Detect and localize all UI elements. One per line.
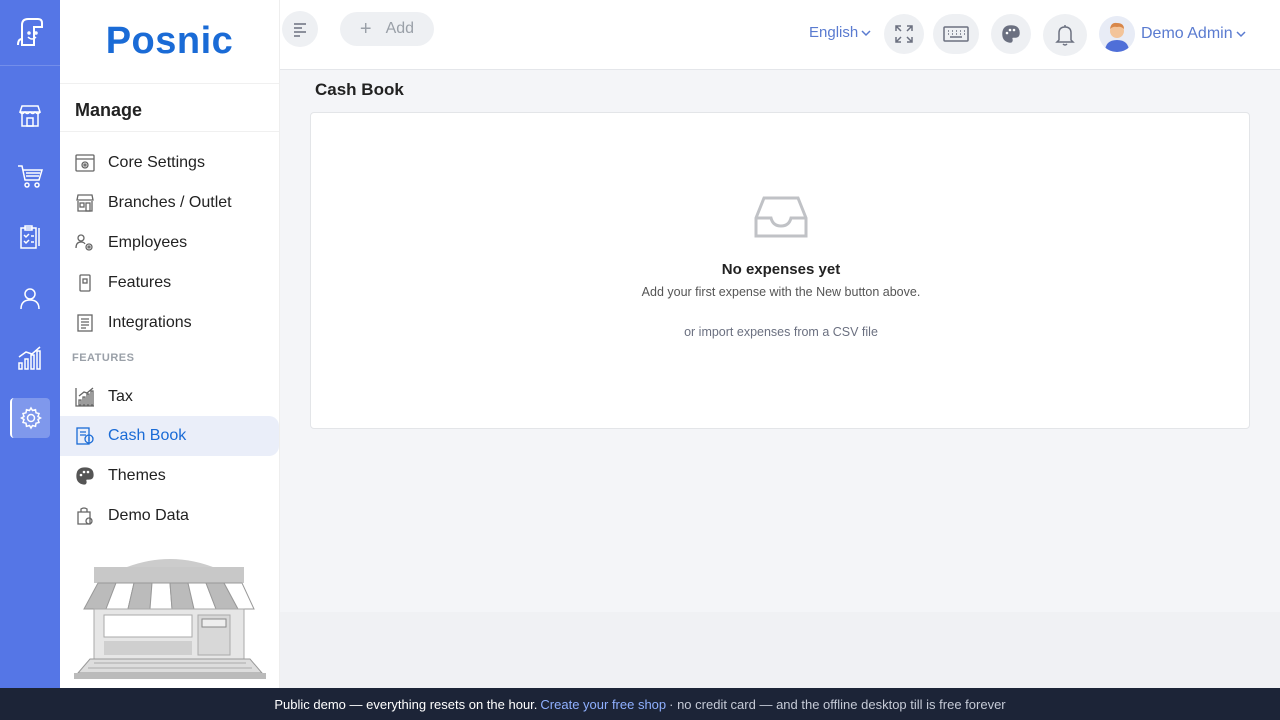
sidebar-item-demo-data[interactable]: Demo Data [60, 496, 279, 536]
section-label-features: FEATURES [72, 352, 135, 364]
expand-icon [895, 25, 913, 43]
empty-state-subtitle: Add your first expense with the New butt… [641, 285, 921, 299]
create-shop-link[interactable]: Create your free shop [540, 697, 666, 712]
banner-rest-text: · no credit card — and the offline deskt… [669, 696, 1006, 712]
clipboard-icon[interactable] [10, 217, 50, 257]
language-label: English [809, 24, 859, 41]
sidebar-item-label: Cash Book [108, 427, 187, 444]
divider [60, 131, 279, 132]
integrations-icon [75, 313, 95, 333]
add-button-label: Add [385, 20, 415, 37]
demo-data-icon [75, 506, 95, 526]
sidebar-item-core-settings[interactable]: Core Settings [60, 143, 279, 183]
icon-rail [0, 0, 60, 688]
demo-banner: Public demo — everything resets on the h… [0, 688, 1280, 720]
page-title: Cash Book [315, 80, 404, 99]
tax-icon [75, 387, 95, 407]
sidebar-item-label: Employees [108, 234, 188, 251]
align-left-icon [294, 23, 306, 37]
inbox-icon [754, 194, 808, 245]
language-selector[interactable]: English [809, 24, 872, 41]
sidebar-item-label: Features [108, 274, 172, 291]
chevron-down-icon [1236, 31, 1246, 38]
core-settings-icon [75, 153, 95, 173]
bell-icon [1055, 25, 1075, 46]
sidebar-title: Manage [75, 100, 143, 120]
theme-button[interactable] [991, 14, 1031, 54]
palette-icon [75, 466, 95, 486]
cart-icon[interactable] [10, 156, 50, 196]
notifications-button[interactable] [1043, 14, 1087, 56]
empty-state-card: No expenses yet Add your first expense w… [310, 112, 1250, 429]
chevron-down-icon [861, 29, 871, 36]
sidebar-item-cash-book[interactable]: Cash Book [60, 416, 279, 456]
keyboard-shortcuts-button[interactable] [933, 14, 979, 54]
palette-icon [1002, 25, 1020, 43]
sidebar-item-themes[interactable]: Themes [60, 456, 279, 496]
add-button[interactable]: + Add [340, 12, 434, 46]
analytics-icon[interactable] [10, 338, 50, 378]
sidebar-item-tax[interactable]: Tax [60, 377, 279, 417]
user-icon[interactable] [10, 278, 50, 318]
brand-logo[interactable]: Posnic [60, 0, 279, 84]
employees-icon [75, 233, 95, 253]
app-logo-icon[interactable] [0, 0, 60, 66]
toggle-menu-button[interactable] [282, 11, 318, 47]
banner-text: Public demo — everything resets on the h… [274, 696, 538, 712]
sidebar-item-branches[interactable]: Branches / Outlet [60, 183, 279, 223]
sidebar-item-label: Themes [108, 467, 166, 484]
content-footer-area [280, 612, 1280, 688]
settings-icon[interactable] [10, 398, 50, 438]
user-menu[interactable]: Demo Admin [1099, 16, 1247, 52]
store-icon[interactable] [10, 96, 50, 136]
empty-state-title: No expenses yet [721, 261, 841, 278]
sidebar-item-label: Integrations [108, 314, 192, 331]
branches-icon [75, 193, 95, 213]
avatar [1099, 16, 1135, 52]
sidebar-item-employees[interactable]: Employees [60, 223, 279, 263]
shop-illustration [74, 555, 266, 688]
top-header: + Add English Demo Admin [280, 0, 1280, 70]
sidebar-item-label: Branches / Outlet [108, 194, 232, 211]
sidebar-item-label: Core Settings [108, 154, 205, 171]
fullscreen-button[interactable] [884, 14, 924, 54]
import-csv-link[interactable]: or import expenses from a CSV file [311, 325, 1251, 339]
sidebar-item-label: Tax [108, 388, 133, 405]
keyboard-icon [943, 26, 969, 42]
features-icon [75, 273, 95, 293]
sidebar-item-features[interactable]: Features [60, 263, 279, 303]
plus-icon: + [359, 18, 372, 40]
settings-sidebar: Posnic Manage Core Settings Branches / O… [60, 0, 280, 688]
user-name: Demo Admin [1141, 25, 1233, 42]
sidebar-item-integrations[interactable]: Integrations [60, 303, 279, 343]
sidebar-item-label: Demo Data [108, 507, 189, 524]
cash-book-icon [75, 426, 95, 446]
